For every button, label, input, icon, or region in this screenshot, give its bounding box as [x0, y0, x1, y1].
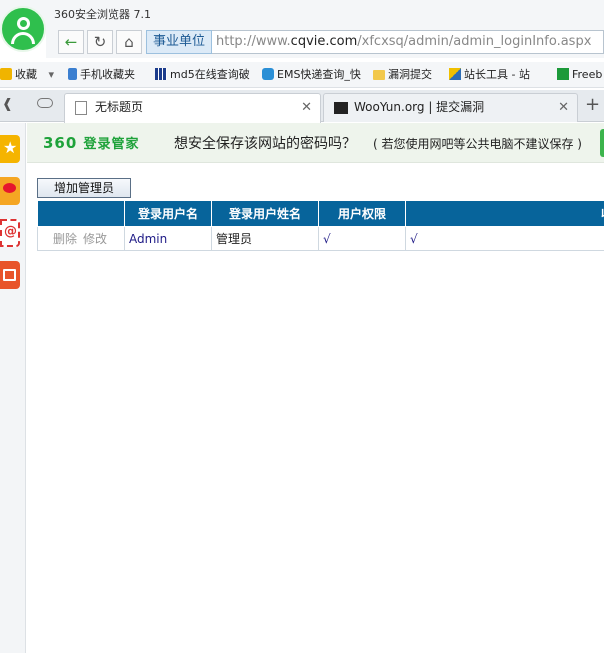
admin-table: 登录用户名 登录用户姓名 用户权限 收 删除修改 Admin 管理员 √ √: [37, 200, 604, 251]
tab-strip: ❰ 无标题页 ✕ WooYun.org | 提交漏洞 ✕ +: [0, 90, 604, 123]
column-header-collect: 收: [405, 200, 604, 227]
security-zone-badge[interactable]: 事业单位: [146, 30, 212, 54]
favorites-star-icon[interactable]: ★: [0, 135, 20, 163]
cell-collect: √: [405, 226, 604, 251]
tab-untitled-page[interactable]: 无标题页 ✕: [64, 93, 321, 123]
delete-link[interactable]: 删除: [53, 232, 77, 246]
cell-realname: 管理员: [211, 226, 319, 251]
save-password-question: 想安全保存该网站的密码吗？: [174, 136, 356, 152]
password-manager-bar: 360 登录管家 想安全保存该网站的密码吗？ ( 若您使用网吧等公共电脑不建议保…: [27, 123, 604, 163]
table-header-row: 登录用户名 登录用户姓名 用户权限 收: [37, 200, 604, 227]
address-bar[interactable]: http://www.cqvie.com/xfcxsq/admin/admin_…: [212, 30, 604, 54]
refresh-button[interactable]: ↻: [87, 30, 113, 54]
folder-icon: [373, 70, 385, 80]
avatar-head-icon: [17, 17, 30, 30]
mail-icon[interactable]: @: [0, 219, 20, 247]
column-header-permission: 用户权限: [318, 200, 406, 227]
freebuf-icon: [557, 68, 569, 80]
cell-username: Admin: [124, 226, 212, 251]
save-password-button[interactable]: [600, 129, 604, 157]
star-add-icon: [0, 68, 12, 80]
row-actions: 删除 修改: [37, 226, 125, 251]
chevron-down-icon: ▾: [48, 68, 55, 81]
window-title: 360安全浏览器 7.1: [54, 8, 151, 21]
wooyun-icon: [334, 102, 348, 114]
add-admin-button[interactable]: 增加管理员: [37, 178, 131, 198]
navigation-bar: ← ↻ ⌂ 事业单位 http://www.cqvie.com/xfcxsq/a…: [46, 28, 604, 58]
tab-wooyun[interactable]: WooYun.org | 提交漏洞 ✕: [323, 93, 578, 122]
public-computer-hint: ( 若您使用网吧等公共电脑不建议保存 ): [373, 137, 582, 151]
column-header-username: 登录用户名: [124, 200, 212, 227]
bookmark-mobile[interactable]: 手机收藏夹: [68, 66, 135, 84]
bookmark-freebuf[interactable]: Freeb: [557, 66, 602, 84]
url-path: /xfcxsq/admin/admin_loginInfo.aspx: [357, 34, 592, 49]
browser-window: 360安全浏览器 7.1 ← ↻ ⌂ 事业单位 http://www.cqvie…: [0, 0, 604, 653]
column-header-actions: [37, 200, 125, 227]
cloud-icon[interactable]: [37, 98, 53, 108]
webmaster-icon: [449, 68, 461, 80]
back-arrow-icon: ←: [64, 33, 78, 51]
close-tab-icon[interactable]: ✕: [301, 94, 312, 121]
user-avatar[interactable]: [0, 6, 46, 52]
bookmark-md5[interactable]: md5在线查询破: [155, 66, 250, 84]
bookmark-webmaster[interactable]: 站长工具 - 站: [449, 66, 530, 84]
shopping-icon[interactable]: [0, 261, 20, 289]
column-header-realname: 登录用户姓名: [211, 200, 319, 227]
close-tab-icon[interactable]: ✕: [558, 94, 569, 121]
phone-icon: [68, 68, 77, 80]
avatar-body-icon: [11, 32, 35, 44]
back-button[interactable]: ←: [58, 30, 84, 54]
ie-icon: [262, 68, 274, 80]
url-host: cqvie.com: [290, 34, 358, 49]
url-scheme: http://www.: [216, 34, 291, 49]
refresh-icon: ↻: [93, 33, 107, 51]
blank-page-icon: [75, 101, 87, 115]
weibo-icon[interactable]: [0, 177, 20, 205]
tab-scroll-left-icon[interactable]: ❰: [2, 97, 13, 112]
bookmark-favorites[interactable]: 收藏 ▾: [0, 66, 54, 84]
home-button[interactable]: ⌂: [116, 30, 142, 54]
page-content: 增加管理员 登录用户名 登录用户姓名 用户权限 收 删除修改: [27, 164, 604, 653]
login-manager-logo: 360 登录管家: [43, 134, 140, 152]
side-toolbar: ★ @: [0, 123, 26, 653]
title-bar: 360安全浏览器 7.1: [0, 0, 604, 28]
bookmarks-bar: 收藏 ▾ 手机收藏夹 md5在线查询破 EMS快递查询_快 漏洞提交 站长工具 …: [0, 62, 604, 88]
cell-permission: √: [318, 226, 406, 251]
bookmark-ems[interactable]: EMS快递查询_快: [262, 66, 361, 84]
table-row: 删除 修改 Admin 管理员 √ √: [37, 226, 604, 251]
home-icon: ⌂: [124, 33, 134, 51]
edit-link[interactable]: 修改: [83, 232, 107, 246]
new-tab-icon[interactable]: +: [585, 94, 600, 115]
bookmark-submit-bug[interactable]: 漏洞提交: [373, 66, 432, 84]
grid-site-icon: [155, 68, 167, 80]
